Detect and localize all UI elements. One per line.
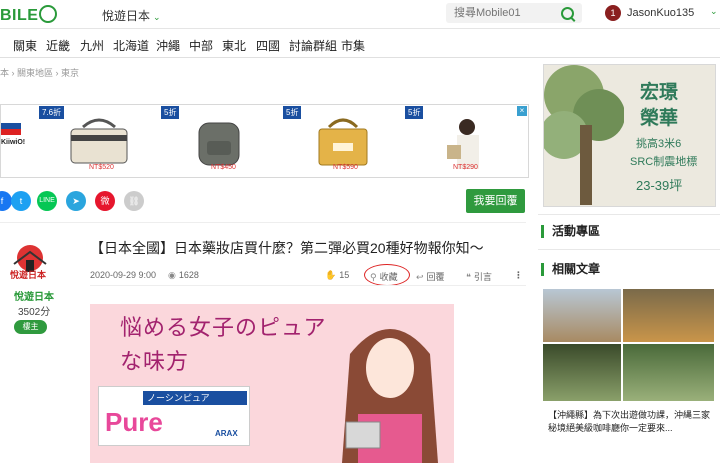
illustration-girl [342, 329, 438, 463]
thumb-garden [623, 344, 714, 401]
hand-icon: ✋ [325, 270, 337, 280]
divider [0, 222, 526, 223]
op-badge: 樓主 [14, 320, 47, 334]
search-box [446, 3, 582, 23]
weibo-share-icon[interactable]: 微 [95, 191, 115, 211]
site-logo[interactable]: BILE [0, 5, 58, 25]
product-ad-banner[interactable]: KiiwiO! 7.6折 NT$520 5折 NT$450 5折 NT$590 … [0, 104, 529, 178]
brand-logo: KiiwiO! [1, 119, 25, 163]
reply-link[interactable]: ↩ 回覆 [416, 270, 445, 283]
nav-item-shikoku[interactable]: 四國 [256, 37, 280, 54]
nav-item-hokkaido[interactable]: 北海道 [113, 37, 149, 54]
nav-item-tohoku[interactable]: 東北 [222, 37, 246, 54]
eye-icon: ◉ [168, 270, 176, 280]
nav-item-chubu[interactable]: 中部 [189, 37, 213, 54]
product-box: ノーシンピュア Pure ARAX [98, 386, 250, 446]
more-options-icon[interactable]: ⋮ [514, 270, 523, 281]
breadcrumb-item[interactable]: 東京 [61, 68, 79, 78]
twitter-share-icon[interactable]: t [11, 191, 31, 211]
product-brand: ARAX [215, 429, 238, 438]
logo-ring-icon [39, 5, 58, 23]
nav-item-kinki[interactable]: 近畿 [46, 37, 70, 54]
related-article-thumbnail[interactable] [543, 289, 714, 401]
ad-headline: 宏璟 [640, 82, 679, 103]
nav-item-kyushu[interactable]: 九州 [80, 37, 104, 54]
notification-badge[interactable]: 1 [605, 5, 621, 21]
reply-icon: ↩ [416, 272, 424, 282]
post-date: 2020-09-29 9:00 [90, 270, 157, 280]
ad-price: NT$520 [89, 164, 114, 171]
divider [90, 285, 526, 286]
region-nav: 關東 近畿 九州 北海道 沖繩 中部 東北 四國 討論群組 市集 [0, 29, 720, 58]
section-switcher[interactable]: 悅遊日本 ⌄ [102, 7, 161, 24]
annotation-circle [364, 264, 410, 286]
top-header: BILE 悅遊日本⌄ 1 JasonKuo135 ⌄ [0, 0, 720, 29]
avatar[interactable]: 悅遊日本 [10, 242, 50, 282]
related-article-link[interactable]: 【沖繩縣】為下次出遊做功課，沖縄三家秘境絕美級咖啡廳你一定要來... [548, 409, 716, 435]
article-image: 悩める女子のピュアな味方 ノーシンピュア Pure ARAX [90, 304, 454, 463]
nav-item-okinawa[interactable]: 沖繩 [156, 37, 180, 54]
breadcrumb: 本 › 關東地區 › 東京 [0, 68, 80, 78]
page-title: 【日本全國】日本藥妝店買什麼？第二彈必買20種好物報你知～ [90, 240, 484, 256]
ad-product-tote-white[interactable]: 7.6折 NT$520 [39, 105, 159, 177]
events-heading: 活動專區 [541, 225, 600, 238]
nav-item-groups[interactable]: 討論群組 [289, 37, 337, 54]
view-count: ◉ 1628 [168, 270, 199, 280]
thumb-beach [543, 289, 621, 342]
copy-link-icon[interactable]: ⛓ [124, 191, 144, 211]
author-name[interactable]: 悅遊日本 [14, 288, 54, 303]
telegram-share-icon[interactable]: ➤ [66, 191, 86, 211]
thumb-cafe [543, 344, 621, 401]
ad-product-tote-yellow[interactable]: 5折 NT$590 [283, 105, 403, 177]
divider [538, 249, 720, 250]
chevron-down-icon: ⌄ [153, 12, 161, 22]
breadcrumb-item[interactable]: 本 [0, 68, 9, 78]
product-logo: Pure [105, 407, 163, 437]
ad-text: SRC制震地標 [630, 156, 698, 168]
like-button[interactable]: ✋ 15 [325, 270, 349, 281]
ad-text: 23-39坪 [636, 178, 683, 193]
reply-button[interactable]: 我要回覆 [466, 189, 525, 213]
related-heading: 相關文章 [541, 263, 600, 276]
breadcrumb-item[interactable]: 關東地區 [17, 68, 53, 78]
quote-link[interactable]: ❝ 引言 [466, 270, 492, 283]
nav-item-market[interactable]: 市集 [341, 37, 365, 54]
ad-product-model[interactable]: 5折 NT$290 [405, 105, 515, 177]
ad-text: 挑高3米6 [636, 138, 682, 150]
tree-illustration [544, 65, 624, 205]
sidebar-ad[interactable]: 宏璟 榮華 挑高3米6 SRC制震地標 23-39坪 [543, 64, 716, 207]
line-share-icon[interactable]: LINE [37, 191, 57, 211]
quote-icon: ❝ [466, 272, 471, 282]
ad-close-icon[interactable]: × [517, 106, 527, 116]
thumb-drinks [623, 289, 714, 342]
author-score: 3502分 [18, 307, 51, 318]
username[interactable]: JasonKuo135 [627, 7, 694, 19]
ad-headline: 榮華 [640, 108, 679, 129]
image-caption: 悩める女子のピュアな味方 [120, 316, 327, 375]
avatar-text: 悅遊日本 [10, 270, 47, 280]
ad-price: NT$450 [211, 164, 236, 171]
ad-product-backpack-grey[interactable]: 5折 NT$450 [161, 105, 281, 177]
chevron-down-icon[interactable]: ⌄ [710, 6, 718, 17]
nav-item-kanto[interactable]: 關東 [13, 37, 37, 54]
search-icon[interactable] [561, 7, 574, 20]
ad-price: NT$290 [453, 164, 478, 171]
divider [538, 214, 720, 215]
ad-price: NT$590 [333, 164, 358, 171]
search-input[interactable] [446, 3, 562, 23]
product-name: ノーシンピュア [143, 391, 247, 405]
